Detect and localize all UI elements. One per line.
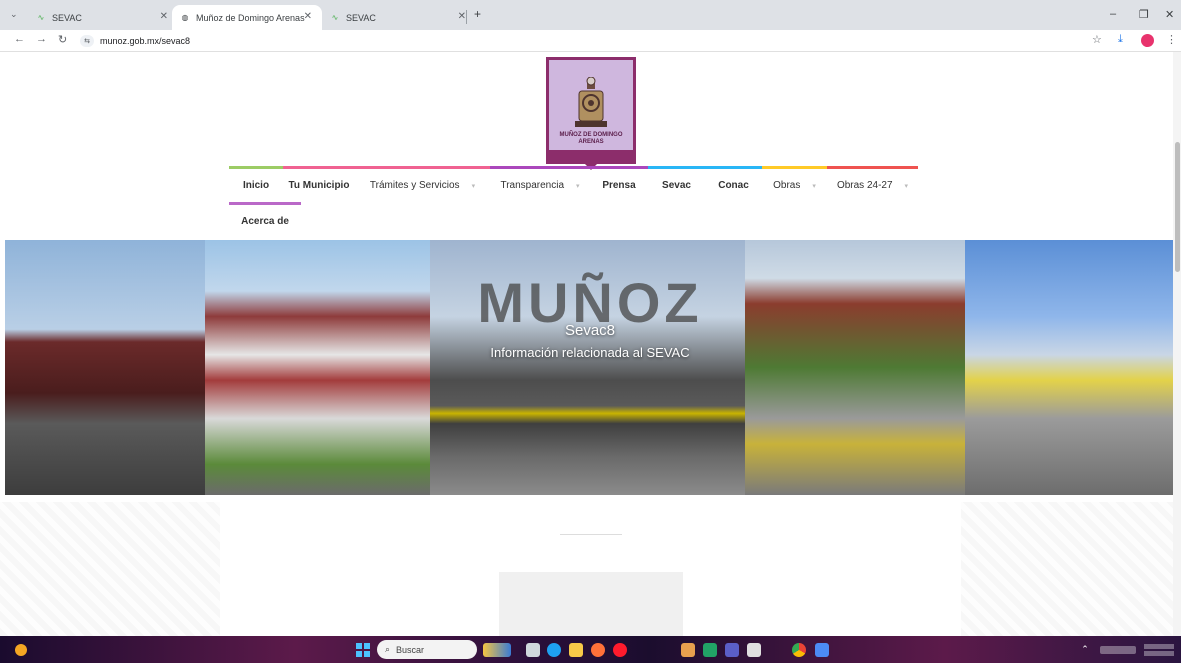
sevac-favicon-icon: ∿ [37, 13, 45, 22]
menu-label: Obras [773, 180, 801, 191]
banner-title: Sevac8 [564, 322, 616, 339]
taskbar-search-box[interactable]: ⌕ Buscar [377, 640, 477, 659]
back-icon[interactable]: ← [14, 33, 25, 45]
content-placeholder-box [499, 572, 683, 636]
tab-sevac-2[interactable]: ∿ SEVAC ✕ [322, 5, 472, 30]
tab-title: SEVAC [346, 12, 376, 23]
municipality-logo[interactable]: MUÑOZ DE DOMINGO ARENAS [546, 57, 636, 170]
tab-sevac-1[interactable]: ∿ SEVAC ✕ [28, 5, 178, 30]
globe-favicon-icon: ◍ [181, 13, 189, 22]
chevron-down-icon: ▾ [576, 182, 580, 190]
menu-label: Conac [718, 180, 749, 191]
minimize-button[interactable]: – [1110, 8, 1116, 20]
system-tray-icons[interactable] [1098, 640, 1138, 659]
menu-label: Acerca de [241, 216, 289, 227]
tab-title: SEVAC [52, 12, 82, 23]
search-icon: ⌕ [385, 644, 391, 654]
main-menu: Inicio Tu Municipio Trámites y Servicios… [229, 166, 918, 236]
app-icon[interactable] [814, 640, 830, 659]
tab-close-icon[interactable]: ✕ [160, 11, 168, 22]
profile-avatar[interactable] [1141, 34, 1154, 47]
scrollbar-thumb[interactable] [1175, 142, 1180, 272]
task-view-icon[interactable] [525, 640, 541, 659]
menu-label: Trámites y Servicios [369, 180, 460, 191]
search-placeholder: Buscar [396, 644, 425, 655]
page-scrollbar[interactable] [1173, 52, 1181, 636]
menu-item-obras-24-27[interactable]: Obras 24-27 ▾ [827, 166, 918, 202]
tab-search-icon[interactable]: ⌄ [10, 9, 18, 20]
train-emblem-icon [575, 77, 607, 127]
chrome-icon[interactable] [790, 640, 808, 659]
banner-subtitle: Información relacionada al SEVAC [490, 345, 690, 360]
opera-icon[interactable] [612, 640, 628, 659]
section-divider [560, 534, 622, 535]
weather-icon[interactable] [14, 640, 28, 659]
excel-icon[interactable] [702, 640, 718, 659]
clock-area[interactable] [1140, 640, 1178, 659]
web-page: MUÑOZ DE DOMINGO ARENAS Inicio Tu Munici… [0, 52, 1181, 636]
search-highlight-icon[interactable] [482, 640, 512, 659]
menu-label: Tu Municipio [288, 180, 350, 191]
tab-separator [466, 10, 467, 24]
menu-item-prensa[interactable]: Prensa [590, 166, 648, 202]
chevron-down-icon: ▾ [471, 182, 476, 190]
menu-item-acerca-de[interactable]: Acerca de [229, 202, 301, 238]
new-tab-button[interactable]: + [474, 7, 481, 21]
tab-munoz[interactable]: ◍ Muñoz de Domingo Arenas ✕ [172, 5, 322, 30]
menu-item-transparencia[interactable]: Transparencia ▾ [490, 166, 590, 202]
maximize-button[interactable]: ❐ [1139, 8, 1149, 21]
logo-text: MUÑOZ DE DOMINGO ARENAS [559, 132, 623, 145]
sevac-favicon-icon: ∿ [331, 13, 339, 22]
menu-item-conac[interactable]: Conac [705, 166, 762, 202]
menu-item-tramites[interactable]: Trámites y Servicios ▾ [355, 166, 490, 202]
menu-item-tu-municipio[interactable]: Tu Municipio [283, 166, 355, 202]
address-bar[interactable]: ⇆ munoz.gob.mx/sevac8 [80, 33, 1080, 49]
tab-close-icon[interactable]: ✕ [304, 11, 312, 22]
teams-icon[interactable] [724, 640, 740, 659]
bookmark-star-icon[interactable]: ☆ [1092, 33, 1102, 46]
close-window-button[interactable]: ✕ [1165, 8, 1174, 21]
start-button[interactable] [354, 640, 372, 659]
menu-label: Obras 24-27 [836, 180, 893, 191]
chevron-up-icon[interactable]: ⌃ [1078, 640, 1092, 659]
menu-kebab-icon[interactable]: ⋮ [1166, 33, 1177, 46]
url-text: munoz.gob.mx/sevac8 [100, 36, 191, 46]
windows-taskbar: ⌕ Buscar ⌃ [0, 636, 1181, 663]
tab-title: Muñoz de Domingo Arenas [196, 12, 305, 23]
menu-label: Sevac [662, 180, 691, 191]
windows-logo-icon [356, 642, 370, 657]
site-info-icon[interactable]: ⇆ [80, 35, 94, 47]
hero-banner: MUÑOZ Sevac8 Información relacionada al … [5, 240, 1175, 495]
menu-label: Transparencia [500, 180, 565, 191]
chevron-down-icon: ▾ [904, 182, 909, 190]
edge-icon[interactable] [546, 640, 562, 659]
file-explorer-icon[interactable] [568, 640, 584, 659]
tab-close-icon[interactable]: ✕ [458, 11, 466, 22]
menu-item-inicio[interactable]: Inicio [229, 166, 283, 202]
menu-item-sevac[interactable]: Sevac [648, 166, 705, 202]
menu-item-obras[interactable]: Obras ▾ [762, 166, 827, 202]
browser-tab-bar: ⌄ ∿ SEVAC ✕ ◍ Muñoz de Domingo Arenas ✕ … [0, 0, 1181, 30]
people-icon[interactable] [680, 640, 696, 659]
forward-icon[interactable]: → [36, 33, 47, 45]
menu-label: Inicio [242, 180, 270, 191]
browser-toolbar: ← → ↻ ⇆ munoz.gob.mx/sevac8 ☆ ⤓ ⋮ [0, 30, 1181, 52]
download-icon[interactable]: ⤓ [1118, 33, 1123, 46]
pattern-background-right [961, 502, 1181, 636]
pattern-background-left [0, 502, 220, 636]
menu-label: Prensa [602, 180, 636, 191]
calculator-icon[interactable] [746, 640, 762, 659]
reload-icon[interactable]: ↻ [58, 33, 67, 46]
firefox-icon[interactable] [590, 640, 606, 659]
chevron-down-icon: ▾ [812, 182, 816, 190]
